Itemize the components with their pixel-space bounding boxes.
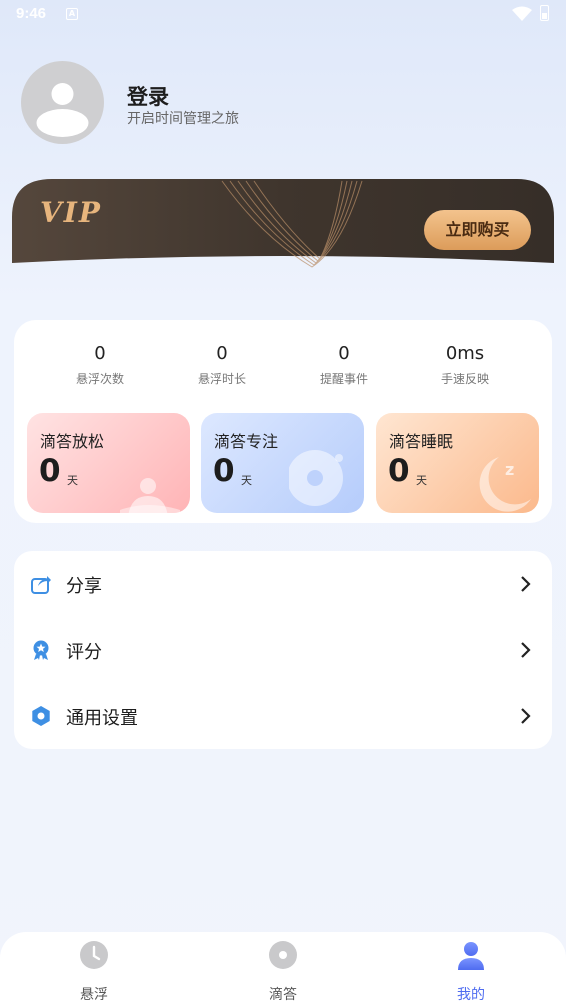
card-value: 0 bbox=[39, 453, 61, 489]
nav-item-float[interactable]: 悬浮 bbox=[54, 940, 134, 1004]
disc-icon bbox=[289, 450, 343, 506]
nav-label: 悬浮 bbox=[80, 987, 108, 1003]
stat-label: 手速反映 bbox=[440, 372, 489, 386]
battery-icon bbox=[540, 5, 549, 21]
stat-label: 提醒事件 bbox=[319, 372, 368, 386]
stat-value: 0ms bbox=[445, 343, 485, 364]
buy-now-button[interactable]: 立即购买 bbox=[424, 210, 531, 250]
disc-icon bbox=[269, 941, 297, 969]
menu-item-share[interactable]: 分享 bbox=[14, 551, 552, 617]
stat-value: 0 bbox=[94, 343, 106, 364]
chevron-right-icon bbox=[521, 576, 531, 592]
menu-label: 评分 bbox=[66, 642, 102, 663]
person-icon bbox=[458, 942, 484, 970]
stat-label: 悬浮时长 bbox=[197, 372, 246, 386]
stat-value: 0 bbox=[338, 343, 350, 364]
relax-card[interactable]: 滴答放松 0 天 bbox=[27, 413, 190, 513]
stat-float-duration: 0 悬浮时长 bbox=[162, 342, 282, 387]
stat-label: 悬浮次数 bbox=[75, 372, 124, 386]
card-value: 0 bbox=[388, 453, 410, 489]
sleep-card[interactable]: z 滴答睡眠 0 天 bbox=[376, 413, 539, 513]
login-subtitle: 开启时间管理之旅 bbox=[127, 111, 239, 127]
svg-text:z: z bbox=[505, 460, 514, 479]
notification-a-icon: A bbox=[66, 8, 78, 20]
meditation-icon bbox=[120, 478, 180, 513]
card-unit: 天 bbox=[241, 474, 252, 487]
stat-reminder-events: 0 提醒事件 bbox=[284, 342, 404, 387]
menu-label: 分享 bbox=[66, 576, 102, 597]
status-time: 9:46 bbox=[16, 5, 47, 22]
card-title: 滴答专注 bbox=[214, 432, 279, 451]
menu-item-rate[interactable]: 评分 bbox=[14, 617, 552, 683]
card-unit: 天 bbox=[67, 474, 78, 487]
avatar[interactable] bbox=[21, 61, 104, 144]
nav-item-tick[interactable]: 滴答 bbox=[243, 940, 323, 1004]
login-title[interactable]: 登录 bbox=[127, 81, 169, 111]
stat-value: 0 bbox=[216, 343, 228, 364]
stat-hand-speed: 0ms 手速反映 bbox=[405, 342, 525, 387]
award-icon bbox=[33, 640, 49, 660]
wifi-icon bbox=[512, 6, 532, 21]
stat-float-count: 0 悬浮次数 bbox=[40, 342, 160, 387]
avatar-person-icon bbox=[36, 83, 89, 137]
chevron-right-icon bbox=[521, 708, 531, 724]
card-unit: 天 bbox=[416, 474, 427, 487]
menu-item-settings[interactable]: 通用设置 bbox=[14, 683, 552, 749]
menu-label: 通用设置 bbox=[66, 708, 138, 729]
share-icon bbox=[31, 576, 51, 594]
chevron-right-icon bbox=[521, 642, 531, 658]
gear-icon bbox=[32, 706, 50, 726]
card-value: 0 bbox=[213, 453, 235, 489]
focus-card[interactable]: 滴答专注 0 天 bbox=[201, 413, 364, 513]
clock-icon bbox=[80, 941, 108, 969]
nav-label: 滴答 bbox=[269, 987, 297, 1003]
card-title: 滴答睡眠 bbox=[389, 432, 454, 451]
card-title: 滴答放松 bbox=[40, 432, 105, 451]
nav-label: 我的 bbox=[457, 987, 485, 1003]
vip-label: VIP bbox=[40, 196, 102, 229]
moon-icon: z bbox=[479, 457, 531, 512]
nav-item-mine[interactable]: 我的 bbox=[431, 940, 511, 1004]
status-bar: 9:46 A bbox=[0, 0, 566, 30]
